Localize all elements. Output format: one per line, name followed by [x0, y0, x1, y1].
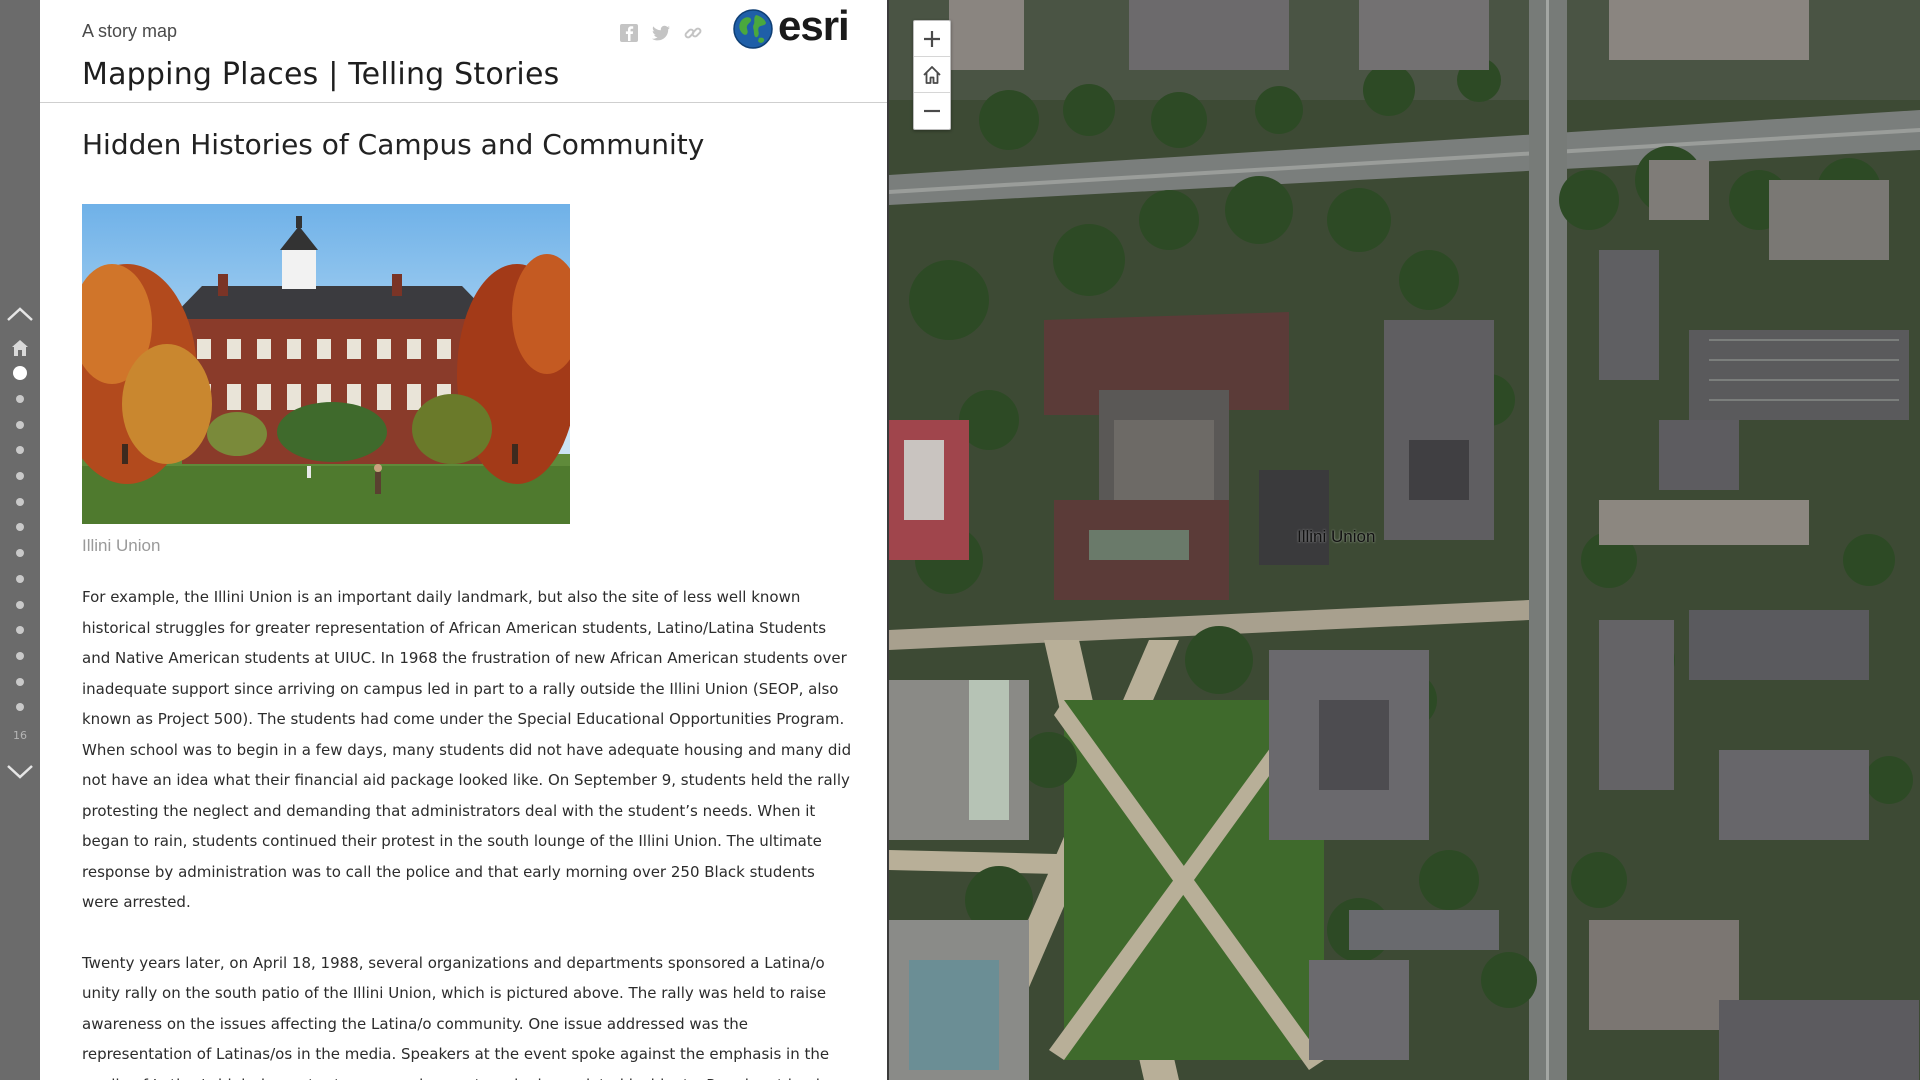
zoom-out-icon [924, 109, 940, 113]
facebook-icon[interactable] [618, 22, 640, 44]
zoom-in-icon [924, 30, 940, 47]
photo-caption: Illini Union [82, 536, 161, 555]
slide-dot[interactable] [16, 574, 24, 583]
map-home-button[interactable] [914, 57, 950, 93]
previous-slide-chevron-up-icon[interactable] [6, 304, 34, 324]
section-title: Hidden Histories of Campus and Community [82, 128, 705, 161]
globe-icon [733, 9, 773, 49]
map-view[interactable]: Illini Union [889, 0, 1920, 1080]
story-paragraph-1: For example, the Illini Union is an impo… [82, 588, 852, 911]
zoom-in-button[interactable] [914, 21, 950, 57]
slide-dot[interactable] [16, 626, 24, 635]
header-subtitle: A story map [82, 21, 178, 41]
map-zoom-controls [913, 20, 951, 130]
esri-wordmark: esri [778, 2, 850, 49]
slide-dot[interactable] [16, 523, 24, 532]
map-location-label[interactable]: Illini Union [1297, 527, 1375, 547]
slide-dot[interactable] [16, 703, 24, 712]
slide-dot[interactable] [16, 446, 24, 455]
home-icon [923, 65, 941, 84]
share-bar [618, 22, 704, 44]
slide-count: 16 [13, 729, 27, 742]
story-nav-rail: 16 [0, 0, 40, 1080]
story-body: Hidden Histories of Campus and Community [82, 103, 852, 1080]
slide-dots [0, 366, 40, 729]
next-slide-chevron-down-icon[interactable] [6, 762, 34, 782]
slide-dot[interactable] [16, 677, 24, 686]
slide-dot[interactable] [16, 651, 24, 660]
home-icon[interactable] [11, 339, 29, 357]
twitter-icon[interactable] [650, 22, 672, 44]
story-header: A story map Mapping Places | Telling Sto… [40, 0, 887, 103]
story-panel: A story map Mapping Places | Telling Sto… [40, 0, 887, 1080]
slide-dot[interactable] [16, 420, 24, 429]
slide-dot[interactable] [16, 600, 24, 609]
zoom-out-button[interactable] [914, 93, 950, 129]
slide-dot[interactable] [13, 366, 27, 380]
link-icon[interactable] [682, 22, 704, 44]
aerial-imagery [889, 0, 1920, 1080]
page-title: Mapping Places | Telling Stories [82, 57, 560, 92]
slide-dot[interactable] [16, 395, 24, 403]
slide-dot[interactable] [16, 472, 24, 481]
story-paragraph-2: Twenty years later, on April 18, 1988, s… [82, 953, 843, 1080]
slide-dot[interactable] [16, 549, 24, 558]
illini-union-photo [82, 204, 570, 524]
slide-dot[interactable] [16, 497, 24, 506]
esri-logo[interactable]: esri [732, 2, 850, 50]
